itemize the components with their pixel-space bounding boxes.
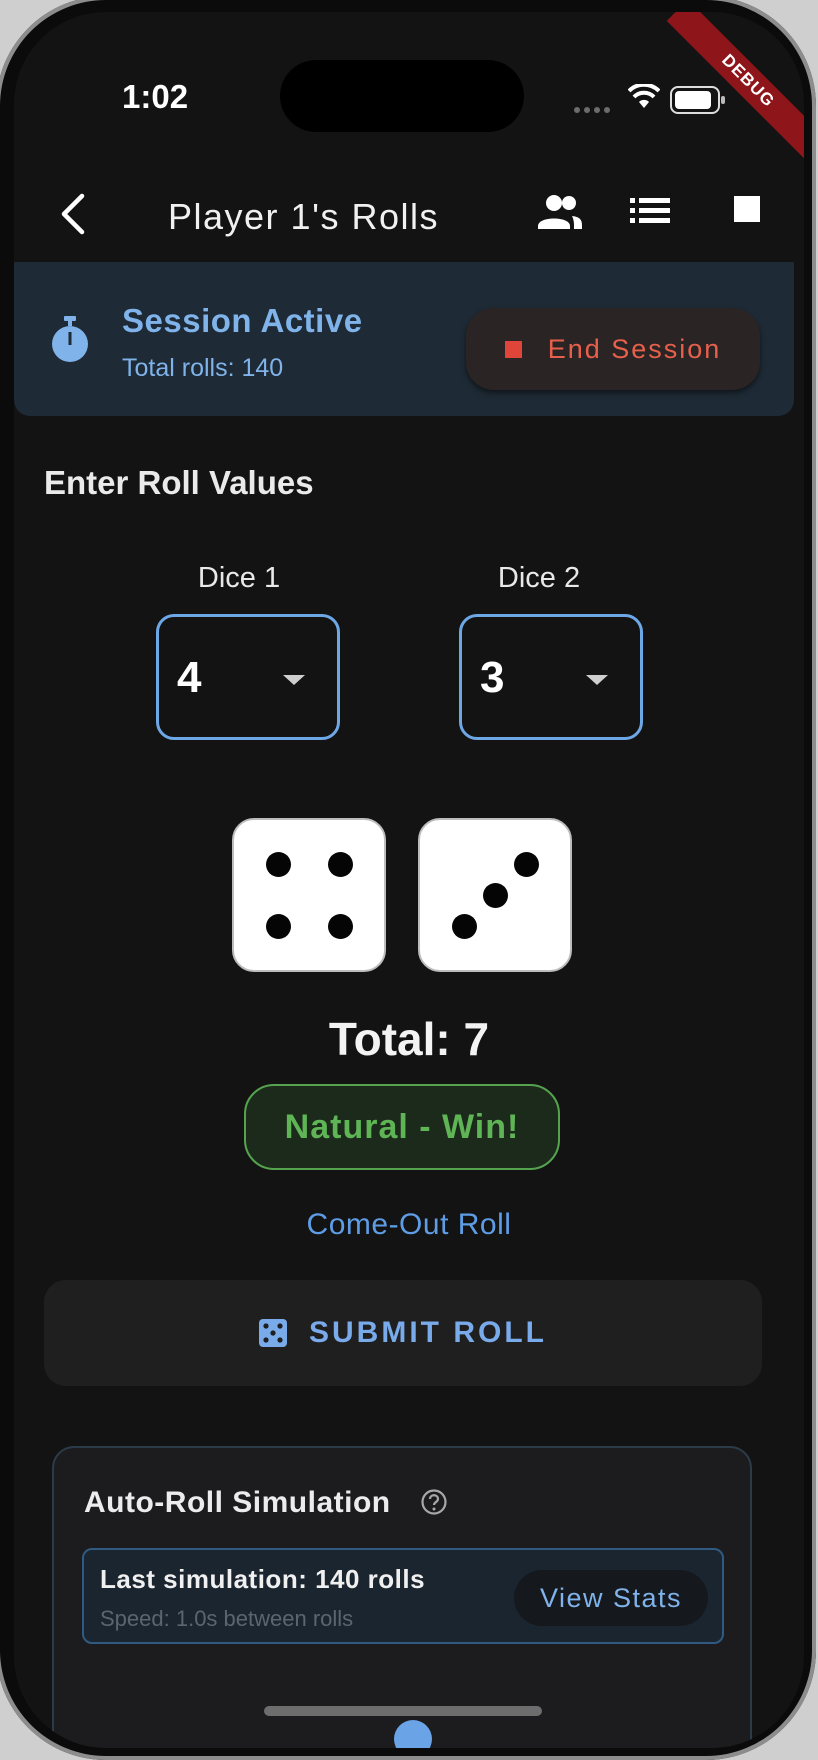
stop-square-icon (504, 340, 522, 358)
back-arrow-icon[interactable] (54, 190, 94, 238)
end-session-button[interactable]: End Session (466, 308, 760, 390)
help-icon[interactable] (420, 1488, 448, 1516)
page-title: Player 1's Rolls (168, 196, 439, 237)
dice-icon (259, 1319, 287, 1347)
cellular-signal-icon (574, 100, 614, 118)
people-icon[interactable] (536, 192, 584, 232)
session-status-title: Session Active (122, 302, 363, 339)
status-time: 1:02 (122, 78, 189, 115)
home-indicator[interactable] (264, 1706, 542, 1716)
session-total-rolls: Total rolls: 140 (122, 354, 284, 382)
auto-roll-card: Auto-Roll Simulation Last simulation: 14… (52, 1446, 752, 1748)
dice-2-label: Dice 2 (497, 562, 581, 594)
dropdown-arrow-icon (586, 675, 608, 685)
submit-roll-label: SUBMIT ROLL (309, 1316, 547, 1349)
result-badge: Natural - Win! (244, 1084, 560, 1170)
stop-icon[interactable] (734, 196, 760, 222)
session-card: Session Active Total rolls: 140 End Sess… (14, 262, 794, 416)
simulation-speed-text: Speed: 1.0s between rolls (100, 1606, 354, 1631)
last-simulation-box: Last simulation: 140 rolls Speed: 1.0s b… (82, 1548, 724, 1644)
dice-1-label: Dice 1 (197, 562, 281, 594)
die-face-three (418, 818, 572, 972)
dynamic-island (280, 60, 524, 132)
roll-total: Total: 7 (328, 1013, 490, 1065)
wifi-icon (628, 84, 660, 108)
list-icon[interactable] (630, 196, 670, 226)
app-screen: 1:02 DEBUG Player 1's Rolls Session Acti… (14, 12, 804, 1748)
dropdown-arrow-icon (283, 675, 305, 685)
die-face-four (232, 818, 386, 972)
dice-1-dropdown[interactable]: 4 (156, 614, 340, 740)
end-session-label: End Session (547, 333, 722, 364)
dice-2-dropdown[interactable]: 3 (459, 614, 643, 740)
last-simulation-text: Last simulation: 140 rolls (100, 1564, 426, 1594)
battery-icon (670, 86, 725, 114)
auto-roll-title: Auto-Roll Simulation (84, 1486, 391, 1519)
view-stats-button[interactable]: View Stats (514, 1570, 708, 1626)
dice-2-value: 3 (480, 653, 505, 702)
dice-1-value: 4 (177, 653, 202, 702)
section-heading: Enter Roll Values (44, 464, 314, 501)
submit-roll-button[interactable]: SUBMIT ROLL (44, 1280, 762, 1386)
timer-icon (52, 316, 88, 362)
roll-type-label: Come-Out Roll (306, 1208, 512, 1241)
